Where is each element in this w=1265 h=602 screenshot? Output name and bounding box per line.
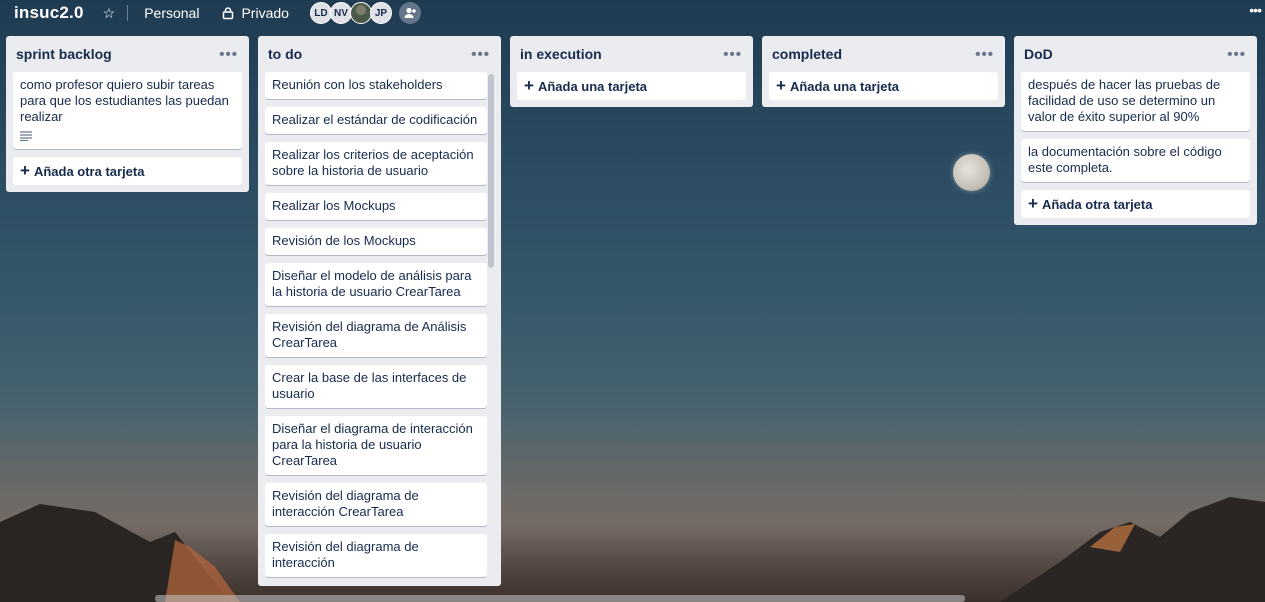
card-title: la documentación sobre el código este co… [1028, 144, 1222, 175]
card[interactable]: después de hacer las pruebas de facilida… [1021, 72, 1250, 131]
card-title: Crear la base de las interfaces de usuar… [272, 370, 467, 401]
card[interactable]: Revisión del diagrama de Análisis CrearT… [265, 314, 487, 357]
add-card-button[interactable]: + Añada una tarjeta [769, 72, 998, 100]
plus-icon: + [20, 161, 30, 180]
ellipsis-icon[interactable]: ••• [219, 46, 238, 63]
card[interactable]: Revisión del diagrama de interacción Cre… [265, 483, 487, 526]
board-title[interactable]: insuc2.0 [14, 3, 84, 23]
card-title: después de hacer las pruebas de facilida… [1028, 77, 1221, 124]
add-card-button[interactable]: + Añada una tarjeta [517, 72, 746, 100]
plus-icon: + [524, 76, 534, 95]
team-button[interactable]: Personal [144, 5, 199, 21]
card[interactable]: la documentación sobre el código este co… [1021, 139, 1250, 182]
description-icon [20, 131, 32, 141]
avatar[interactable]: LD [309, 2, 332, 24]
scrollbar-thumb[interactable] [488, 74, 494, 268]
star-icon[interactable]: ☆ [103, 5, 116, 22]
add-card-label: Añada otra tarjeta [1041, 196, 1153, 212]
board-menu-icon[interactable]: ••• [1249, 2, 1262, 18]
card[interactable]: Realizar el estándar de codificación [265, 107, 487, 134]
card[interactable]: como profesor quiero subir tareas para q… [13, 72, 242, 149]
list-header: completed ••• [769, 36, 998, 72]
add-card-button[interactable]: + Añada otra tarjeta [1021, 190, 1250, 218]
card[interactable]: Crear la base de las interfaces de usuar… [265, 365, 487, 408]
ellipsis-icon[interactable]: ••• [723, 46, 742, 63]
avatar[interactable] [349, 2, 372, 24]
card-title: Diseñar el diagrama de interacción para … [272, 421, 473, 468]
header-divider [127, 5, 129, 21]
lock-icon [223, 7, 234, 20]
avatar[interactable]: NV [329, 2, 352, 24]
card[interactable]: Diseñar el diagrama de interacción para … [265, 416, 487, 475]
add-card-label: Añada una tarjeta [789, 78, 900, 94]
privacy-button[interactable]: Privado [221, 5, 289, 21]
list-scrollbar[interactable] [487, 72, 494, 578]
list-title[interactable]: completed [772, 46, 842, 62]
add-member-icon[interactable] [398, 2, 421, 24]
card[interactable]: Diseñar el modelo de análisis para la hi… [265, 263, 487, 306]
ellipsis-icon[interactable]: ••• [975, 46, 994, 63]
list-completed: completed ••• + Añada una tarjeta [762, 36, 1005, 107]
mountains-background [0, 497, 1265, 602]
privacy-label: Privado [241, 5, 289, 21]
list-title[interactable]: sprint backlog [16, 46, 112, 62]
card-title: como profesor quiero subir tareas para q… [20, 77, 229, 124]
list-sprint-backlog: sprint backlog ••• como profesor quiero … [6, 36, 249, 192]
card-title: Revisión del diagrama de interacción [272, 539, 419, 570]
plus-icon: + [776, 76, 786, 95]
add-card-label: Añada otra tarjeta [33, 163, 145, 179]
card-title: Realizar el estándar de codificación [272, 112, 478, 127]
list-header: DoD ••• [1021, 36, 1250, 72]
board-horizontal-scrollbar[interactable] [155, 595, 965, 602]
card-title: Realizar los criterios de aceptación sob… [272, 147, 474, 178]
card[interactable]: Realizar los Mockups [265, 193, 487, 220]
avatar[interactable]: JP [369, 2, 392, 24]
card-title: Revisión de los Mockups [272, 233, 416, 248]
plus-icon: + [1028, 194, 1038, 213]
ellipsis-icon[interactable]: ••• [471, 46, 490, 63]
card[interactable]: Revisión de los Mockups [265, 228, 487, 255]
list-header: in execution ••• [517, 36, 746, 72]
background-glow [0, 402, 1265, 602]
card[interactable]: Realizar los criterios de aceptación sob… [265, 142, 487, 185]
add-card-label: Añada una tarjeta [537, 78, 648, 94]
list-to-do: to do ••• Reunión con los stakeholders R… [258, 36, 501, 586]
list-in-execution: in execution ••• + Añada una tarjeta [510, 36, 753, 107]
add-member-glyph [404, 7, 416, 18]
list-title[interactable]: DoD [1024, 46, 1053, 62]
list-title[interactable]: to do [268, 46, 302, 62]
card-title: Realizar los Mockups [272, 198, 396, 213]
card-title: Revisión del diagrama de interacción Cre… [272, 488, 419, 519]
card-list: Reunión con los stakeholders Realizar el… [265, 72, 494, 577]
ellipsis-icon[interactable]: ••• [1227, 46, 1246, 63]
board-members: LD NV JP [309, 2, 421, 24]
card-title: Revisión del diagrama de Análisis CrearT… [272, 319, 467, 350]
list-dod: DoD ••• después de hacer las pruebas de … [1014, 36, 1257, 225]
list-header: to do ••• [265, 36, 494, 72]
card[interactable]: Revisión del diagrama de interacción [265, 534, 487, 577]
list-header: sprint backlog ••• [13, 36, 242, 72]
board-header: insuc2.0 ☆ Personal Privado LD NV JP ••• [0, 0, 1265, 26]
card[interactable]: Reunión con los stakeholders [265, 72, 487, 99]
card-title: Diseñar el modelo de análisis para la hi… [272, 268, 472, 299]
card-title: Reunión con los stakeholders [272, 77, 443, 92]
card-scroll-area[interactable]: Reunión con los stakeholders Realizar el… [265, 72, 494, 578]
moon-decoration [953, 154, 990, 191]
add-card-button[interactable]: + Añada otra tarjeta [13, 157, 242, 185]
list-title[interactable]: in execution [520, 46, 602, 62]
